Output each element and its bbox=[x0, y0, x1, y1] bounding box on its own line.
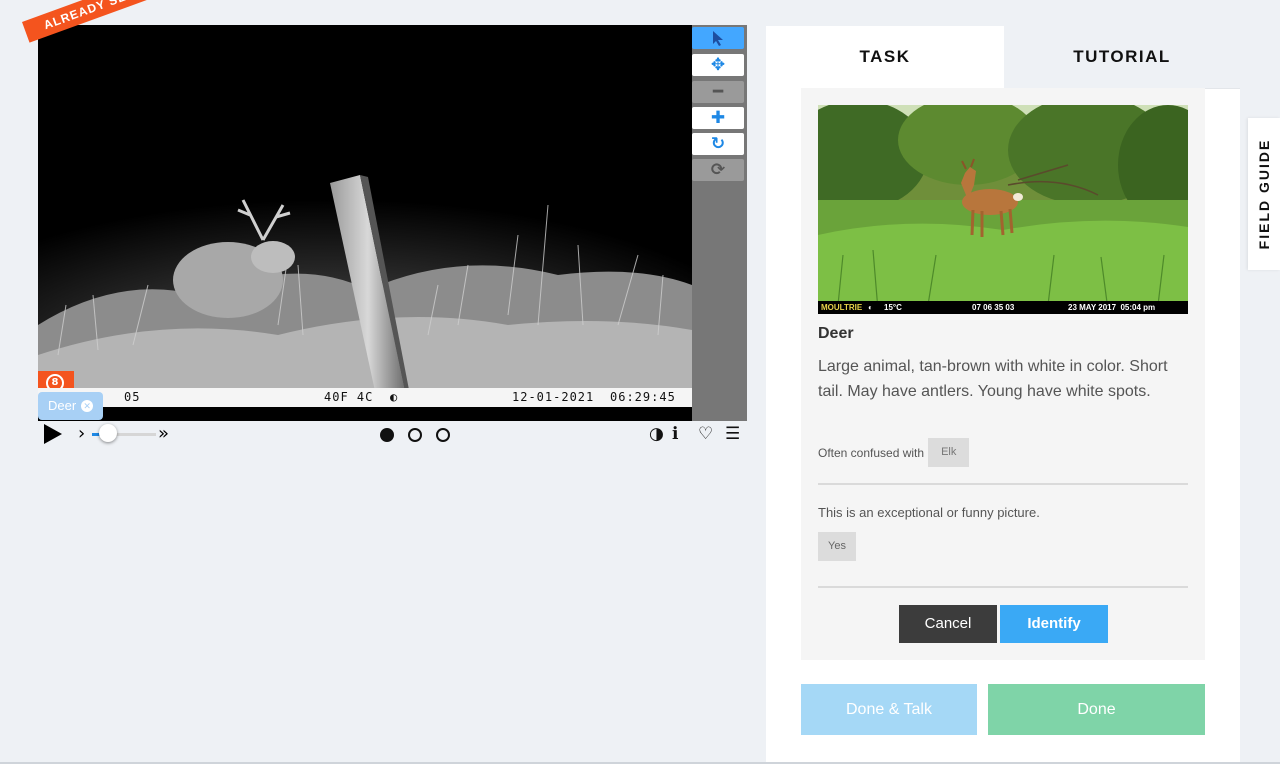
species-description: Large animal, tan-brown with white in co… bbox=[818, 358, 1168, 400]
example-code: 07 06 35 03 bbox=[972, 303, 1015, 312]
moon-phase-icon: ◐ bbox=[390, 390, 399, 404]
deer-example-image bbox=[818, 105, 1188, 314]
example-datetime: 23 MAY 2017 05:04 pm bbox=[1068, 303, 1156, 312]
task-tabs: TASK TUTORIAL bbox=[766, 26, 1240, 89]
species-example-photo: MOULTRIE ◐ 15°C 07 06 35 03 23 MAY 2017 … bbox=[818, 105, 1188, 314]
frame-dot-1[interactable] bbox=[380, 428, 394, 442]
zoom-in-icon[interactable]: ✚ bbox=[692, 107, 744, 129]
rotate-icon[interactable]: ↻ bbox=[692, 133, 744, 155]
camera-temperature: 40F 4C bbox=[324, 390, 374, 404]
reset-icon[interactable]: ⟳ bbox=[692, 159, 744, 181]
tag-label: Deer bbox=[48, 398, 77, 413]
play-icon[interactable] bbox=[44, 424, 62, 444]
funny-picture-question: This is an exceptional or funny picture. bbox=[818, 505, 1040, 520]
tab-task[interactable]: TASK bbox=[766, 26, 1004, 88]
species-name: Deer bbox=[818, 325, 854, 342]
example-camera-strip: MOULTRIE ◐ 15°C 07 06 35 03 23 MAY 2017 … bbox=[818, 301, 1188, 314]
tab-tutorial[interactable]: TUTORIAL bbox=[1004, 26, 1240, 89]
pointer-icon[interactable] bbox=[692, 27, 744, 49]
camera-time: 06:29:45 bbox=[610, 390, 676, 404]
example-temp: 15°C bbox=[884, 303, 902, 312]
zoom-out-icon[interactable]: ━ bbox=[692, 81, 744, 103]
example-brand: MOULTRIE bbox=[821, 303, 863, 312]
divider bbox=[818, 586, 1188, 588]
field-guide-tab[interactable]: FIELD GUIDE bbox=[1248, 118, 1280, 270]
field-guide-label: FIELD GUIDE bbox=[1256, 138, 1272, 250]
night-camera-photo bbox=[38, 25, 692, 421]
confused-species-chip[interactable]: Elk bbox=[928, 438, 970, 467]
camera-id: 05 bbox=[124, 390, 141, 404]
tag-chip[interactable]: Deer ✕ bbox=[38, 392, 104, 420]
heart-icon[interactable]: ♡ bbox=[698, 424, 713, 444]
fast-forward-icon[interactable]: » bbox=[158, 422, 169, 446]
confused-with-row: Often confused with Elk bbox=[818, 438, 970, 467]
divider bbox=[818, 483, 1188, 485]
camera-date: 12-01-2021 bbox=[512, 390, 595, 404]
frame-controls: › » ◑ ℹ ♡ ☰ bbox=[38, 422, 748, 446]
info-icon[interactable]: ℹ bbox=[672, 424, 678, 444]
task-panel: TASK TUTORIAL MOULTRIE ◐ 15°C 07 06 35 0… bbox=[766, 26, 1240, 764]
answer-yes-button[interactable]: Yes bbox=[818, 532, 856, 561]
species-detail-card: MOULTRIE ◐ 15°C 07 06 35 03 23 MAY 2017 … bbox=[801, 88, 1205, 660]
speed-slider-handle[interactable] bbox=[99, 424, 117, 442]
image-bottom-bar bbox=[38, 407, 692, 421]
move-icon[interactable]: ✥ bbox=[692, 54, 744, 76]
done-and-talk-button[interactable]: Done & Talk bbox=[801, 684, 977, 735]
identify-button[interactable]: Identify bbox=[1000, 605, 1108, 643]
collections-icon[interactable]: ☰ bbox=[725, 424, 740, 444]
subject-image[interactable] bbox=[38, 25, 692, 421]
remove-tag-icon[interactable]: ✕ bbox=[81, 400, 94, 412]
example-moon-icon: ◐ bbox=[868, 303, 873, 312]
frame-dot-2[interactable] bbox=[408, 428, 422, 442]
invert-icon[interactable]: ◑ bbox=[649, 424, 664, 444]
camera-info-strip: 05 40F 4C ◐ 12-01-2021 06:29:45 bbox=[38, 388, 692, 407]
viewer-toolbar: ✥ ━ ✚ ↻ ⟳ bbox=[692, 25, 747, 421]
step-forward-icon[interactable]: › bbox=[78, 422, 85, 446]
frame-dot-3[interactable] bbox=[436, 428, 450, 442]
done-button[interactable]: Done bbox=[988, 684, 1205, 735]
confused-with-label: Often confused with bbox=[818, 445, 925, 460]
cancel-button[interactable]: Cancel bbox=[899, 605, 997, 643]
